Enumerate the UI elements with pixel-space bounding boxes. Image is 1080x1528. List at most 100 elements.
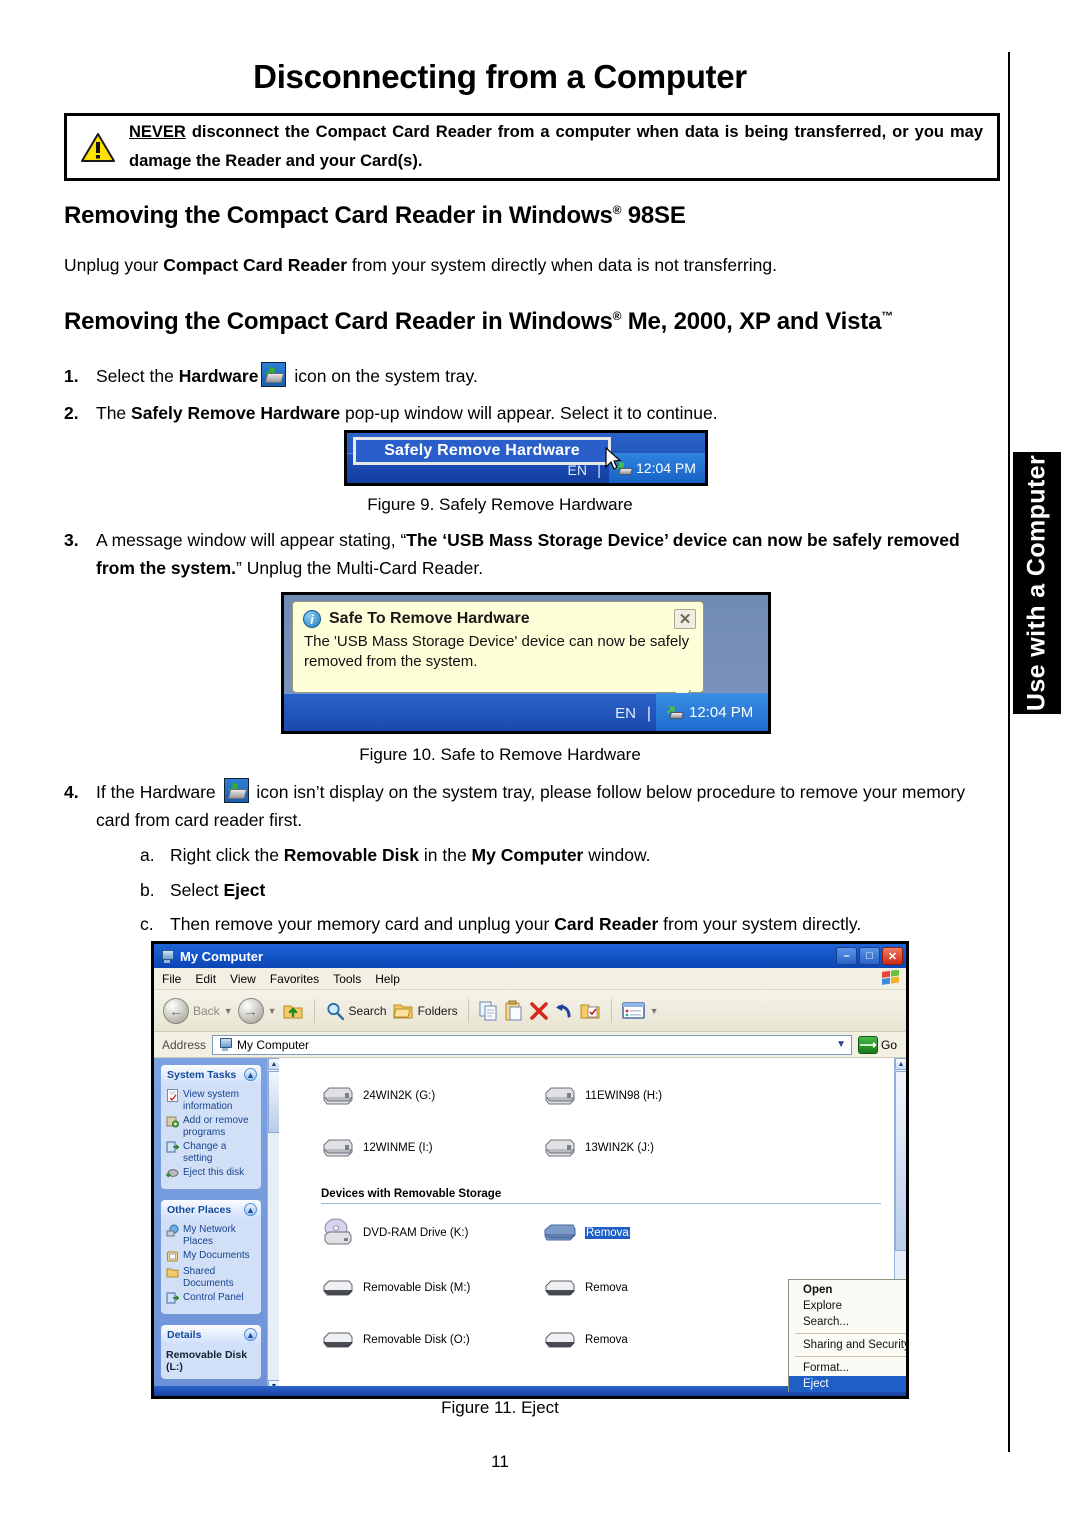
context-menu-item-explore[interactable]: Explore [789,1298,906,1314]
chevron-up-icon-3[interactable]: ▲ [244,1328,257,1341]
up-button[interactable] [282,1001,304,1021]
panel-system-tasks-body: View system information Add or remove pr… [161,1084,261,1189]
window-titlebar: My Computer – □ ✕ [154,944,906,968]
tray-language-indicator[interactable]: EN [568,462,587,478]
dvd-ram-icon [324,1218,352,1245]
drive-item-dvd-ram[interactable]: DVD-RAM Drive (K:) [321,1218,543,1248]
page-number: 11 [491,1452,509,1471]
back-button[interactable]: ← Back ▼ [163,997,233,1024]
tray-language-indicator-2[interactable]: EN [615,705,636,722]
copy-icon[interactable] [479,1000,499,1022]
forward-arrow-icon: → [237,997,264,1024]
figure-9-safely-remove-hardware: Safely Remove Hardware EN | 12:04 PM [344,430,708,486]
step-1-text: Select the Hardware icon on the system t… [96,362,1000,390]
context-menu-item-search[interactable]: Search... [789,1314,906,1330]
drive-item-removable-m[interactable]: Removable Disk (M:) [321,1276,543,1300]
paste-icon[interactable] [504,1000,524,1022]
safely-remove-hardware-tooltip[interactable]: Safely Remove Hardware [353,437,611,465]
minimize-button[interactable]: – [836,947,857,965]
drive-label-24win2k: 24WIN2K (G:) [363,1090,436,1102]
search-button[interactable]: Search [325,1001,387,1021]
tray-separator: | [597,462,601,479]
drive-item-removable-selected[interactable]: Remova [543,1218,765,1248]
back-dropdown-icon[interactable]: ▼ [224,1006,233,1016]
chevron-up-icon-2[interactable]: ▲ [244,1203,257,1216]
drive-row-2: 12WINME (I:) 13WIN2K (J:) [321,1136,906,1160]
panel-other-places-header[interactable]: Other Places ▲ [161,1200,261,1219]
warning-body: disconnect the Compact Card Reader from … [129,123,983,170]
address-dropdown-icon[interactable]: ▼ [836,1039,851,1050]
sidebar-item-change-a-setting[interactable]: Change a setting [166,1141,257,1164]
task-pane-scrollbar[interactable]: ▲ ▼ [267,1058,280,1392]
substep-c-b1: Card Reader [554,914,659,934]
side-thumb-tab-label: Use with a Computer [1022,454,1051,712]
drive-item-13win2k[interactable]: 13WIN2K (J:) [543,1136,765,1160]
menu-view[interactable]: View [230,972,256,986]
drive-item-24win2k[interactable]: 24WIN2K (G:) [321,1084,543,1108]
address-my-computer-icon [218,1038,233,1051]
sidebar-label-my-documents: My Documents [183,1250,250,1261]
chevron-up-icon[interactable]: ▲ [244,1068,257,1081]
drive-item-removable-3[interactable]: Remova [543,1328,765,1352]
drive-label-removable-m: Removable Disk (M:) [363,1282,471,1294]
folders-button[interactable]: Folders [392,1001,458,1021]
undo-icon[interactable] [554,1001,574,1021]
forward-button[interactable]: → ▼ [237,997,277,1024]
system-tray: 12:04 PM [609,453,705,483]
substep-a-t2: in the [419,845,472,865]
drive-item-removable-2[interactable]: Remova [543,1276,765,1300]
menu-favorites[interactable]: Favorites [270,972,319,986]
page-vertical-rule [1008,52,1010,1452]
move-to-folder-icon[interactable] [579,1001,601,1021]
sidebar-item-view-system-information[interactable]: View system information [166,1089,257,1112]
drive-label-dvd-ram: DVD-RAM Drive (K:) [363,1227,469,1239]
sidebar-item-add-or-remove-programs[interactable]: Add or remove programs [166,1115,257,1138]
views-button[interactable]: ▼ [621,1001,659,1021]
context-menu: Open Explore Search... Sharing and Secur… [788,1279,906,1392]
drive-label-11ewin98: 11EWIN98 (H:) [585,1090,663,1102]
drive-item-12winme[interactable]: 12WINME (I:) [321,1136,543,1160]
scroll-thumb-2[interactable] [895,1071,906,1251]
panel-details-header[interactable]: Details ▲ [161,1325,261,1344]
drive-label-12winme: 12WINME (I:) [363,1142,433,1154]
safely-remove-hardware-tray-icon-2[interactable] [666,705,684,720]
sidebar-item-eject-this-disk[interactable]: Eject this disk [166,1167,257,1180]
context-menu-item-eject[interactable]: Eject [789,1376,906,1392]
sidebar-item-shared-documents[interactable]: Shared Documents [166,1266,257,1289]
step-2-text-b: pop-up window will appear. Select it to … [340,403,718,423]
drive-item-removable-o[interactable]: Removable Disk (O:) [321,1328,543,1352]
close-icon[interactable]: ✕ [674,609,696,629]
menu-help[interactable]: Help [375,972,400,986]
registered-mark: ® [612,203,622,217]
scroll-up-icon-2[interactable]: ▲ [895,1058,906,1070]
trademark-mark: ™ [881,309,894,323]
balloon-body: The 'USB Mass Storage Device' device can… [304,633,690,671]
panel-system-tasks-header[interactable]: System Tasks ▲ [161,1065,261,1084]
removable-disk-icon [323,1280,353,1296]
maximize-button[interactable]: □ [859,947,880,965]
go-button[interactable]: ⟶ Go [857,1035,903,1054]
search-icon [326,1002,344,1020]
removable-disk-icon-3 [323,1332,353,1348]
context-menu-item-format[interactable]: Format... [789,1360,906,1376]
back-label: Back [193,1003,220,1018]
tray-clock: 12:04 PM [636,460,696,476]
context-menu-item-sharing-and-security[interactable]: Sharing and Security... [789,1337,906,1353]
forward-dropdown-icon[interactable]: ▼ [268,1006,277,1016]
drive-label-removable-o: Removable Disk (O:) [363,1334,470,1346]
address-input[interactable]: My Computer ▼ [212,1034,852,1055]
drive-item-11ewin98[interactable]: 11EWIN98 (H:) [543,1084,765,1108]
menu-edit[interactable]: Edit [195,972,216,986]
context-menu-item-open[interactable]: Open [789,1282,906,1298]
sidebar-item-control-panel[interactable]: Control Panel [166,1292,257,1305]
close-button[interactable]: ✕ [882,947,903,965]
menu-tools[interactable]: Tools [333,972,361,986]
views-dropdown-icon[interactable]: ▼ [650,1006,659,1016]
menu-file[interactable]: File [162,972,181,986]
step-4: 4. If the Hardware icon isn’t display on… [64,778,1000,834]
delete-icon[interactable] [529,1001,549,1021]
figure-11-caption: Figure 11. Eject [441,1398,559,1417]
sidebar-item-my-network-places[interactable]: My Network Places [166,1224,257,1247]
sidebar-item-my-documents[interactable]: My Documents [166,1250,257,1263]
side-thumb-tab: Use with a Computer [1013,452,1061,714]
